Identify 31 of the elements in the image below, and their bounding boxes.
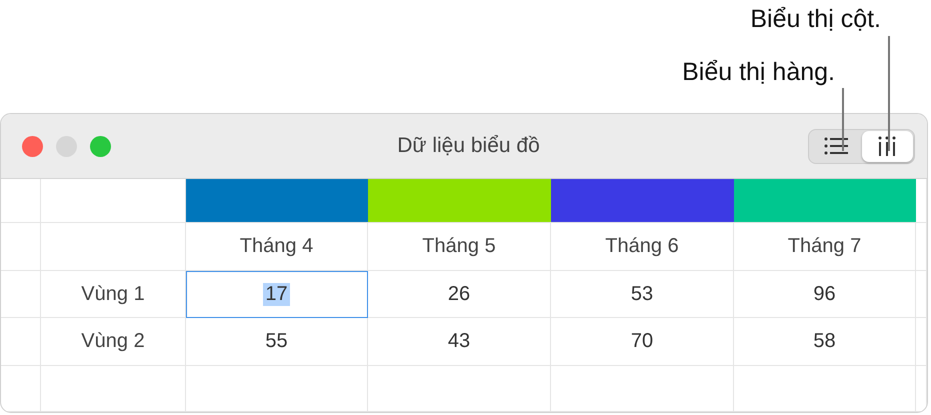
row-header: Vùng 2	[81, 330, 145, 353]
table-cell[interactable]: 96	[734, 271, 916, 318]
columns-view-button[interactable]	[862, 130, 914, 162]
list-icon	[824, 137, 848, 155]
table-cell[interactable]: 26	[368, 271, 551, 318]
column-header: Tháng 6	[605, 235, 679, 258]
table-cell[interactable]: 17	[186, 271, 368, 318]
table-cell[interactable]: 70	[551, 318, 734, 366]
table-cell[interactable]: 53	[551, 271, 734, 318]
column-header: Tháng 5	[422, 235, 496, 258]
empty-cell	[1, 223, 41, 271]
column-header: Tháng 4	[240, 235, 314, 258]
empty-cell	[916, 271, 927, 318]
series-swatch[interactable]	[734, 179, 916, 223]
column-header: Tháng 7	[788, 235, 862, 258]
empty-cell	[916, 318, 927, 366]
series-swatch[interactable]	[551, 179, 734, 223]
series-swatch[interactable]	[186, 179, 368, 223]
window-title: Dữ liệu biểu đồ	[397, 134, 540, 158]
table-cell[interactable]: 55	[186, 318, 368, 366]
columns-icon	[877, 136, 898, 156]
callout-text: Biểu thị cột.	[750, 5, 881, 34]
empty-cell	[916, 366, 927, 412]
series-swatch[interactable]	[368, 179, 551, 223]
close-button[interactable]	[22, 136, 43, 156]
leader-line	[842, 88, 844, 151]
callout-text: Biểu thị hàng.	[682, 58, 835, 87]
zoom-button[interactable]	[90, 136, 111, 156]
table-cell[interactable]: 43	[368, 318, 551, 366]
row-header: Vùng 1	[81, 282, 145, 306]
table-cell[interactable]: 58	[734, 318, 916, 366]
